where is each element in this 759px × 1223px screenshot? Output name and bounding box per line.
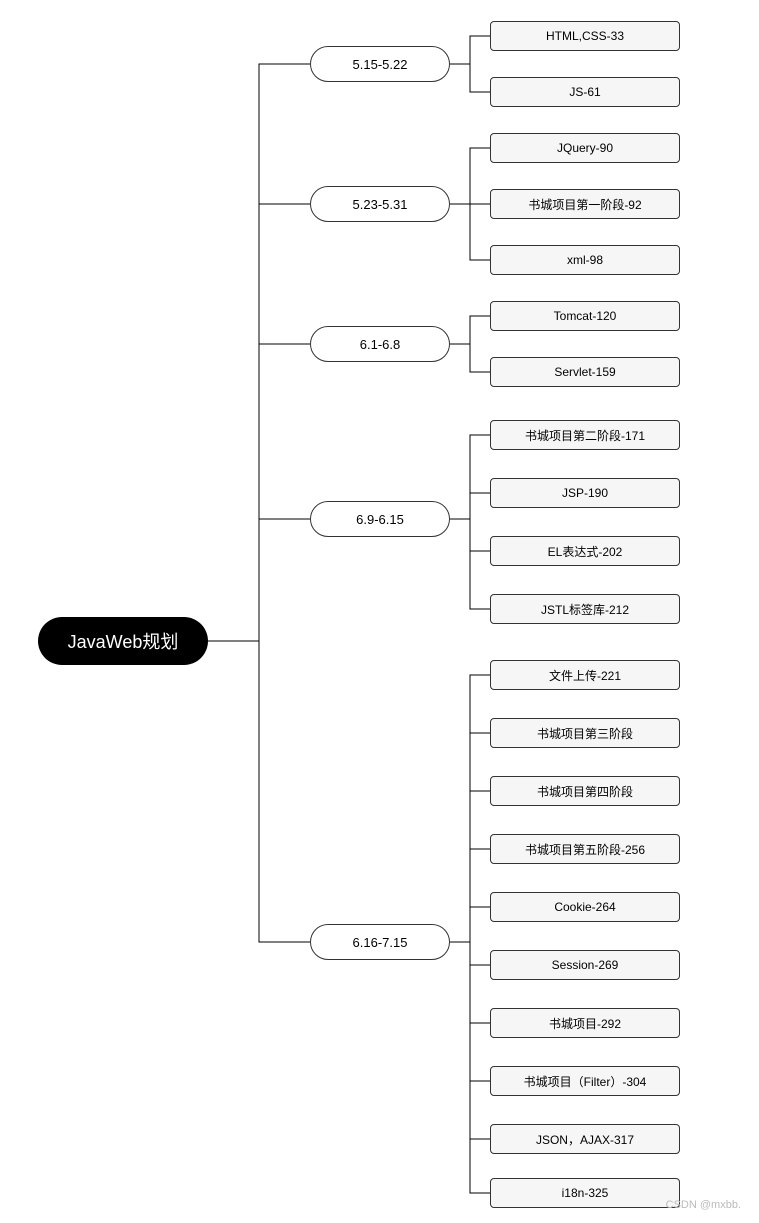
leaf-node: i18n-325: [490, 1178, 680, 1208]
leaf-node: xml-98: [490, 245, 680, 275]
branch-node: 6.16-7.15: [310, 924, 450, 960]
leaf-node: 书城项目-292: [490, 1008, 680, 1038]
leaf-node: JQuery-90: [490, 133, 680, 163]
leaf-node: Session-269: [490, 950, 680, 980]
branch-node: 5.23-5.31: [310, 186, 450, 222]
leaf-node: 书城项目第一阶段-92: [490, 189, 680, 219]
branch-node: 6.9-6.15: [310, 501, 450, 537]
branch-node: 6.1-6.8: [310, 326, 450, 362]
leaf-node: JSP-190: [490, 478, 680, 508]
leaf-node: JS-61: [490, 77, 680, 107]
leaf-node: Tomcat-120: [490, 301, 680, 331]
watermark: CSDN @mxbb.: [666, 1199, 741, 1211]
leaf-node: HTML,CSS-33: [490, 21, 680, 51]
branch-node: 5.15-5.22: [310, 46, 450, 82]
leaf-node: 书城项目第四阶段: [490, 776, 680, 806]
leaf-node: 书城项目第五阶段-256: [490, 834, 680, 864]
leaf-node: 书城项目第三阶段: [490, 718, 680, 748]
leaf-node: JSTL标签库-212: [490, 594, 680, 624]
leaf-node: 书城项目第二阶段-171: [490, 420, 680, 450]
leaf-node: EL表达式-202: [490, 536, 680, 566]
leaf-node: JSON，AJAX-317: [490, 1124, 680, 1154]
mindmap-canvas: JavaWeb规划 5.15-5.22 5.23-5.31 6.1-6.8 6.…: [0, 0, 759, 1223]
leaf-node: 书城项目（Filter）-304: [490, 1066, 680, 1096]
leaf-node: Servlet-159: [490, 357, 680, 387]
root-node: JavaWeb规划: [38, 617, 208, 665]
leaf-node: 文件上传-221: [490, 660, 680, 690]
leaf-node: Cookie-264: [490, 892, 680, 922]
